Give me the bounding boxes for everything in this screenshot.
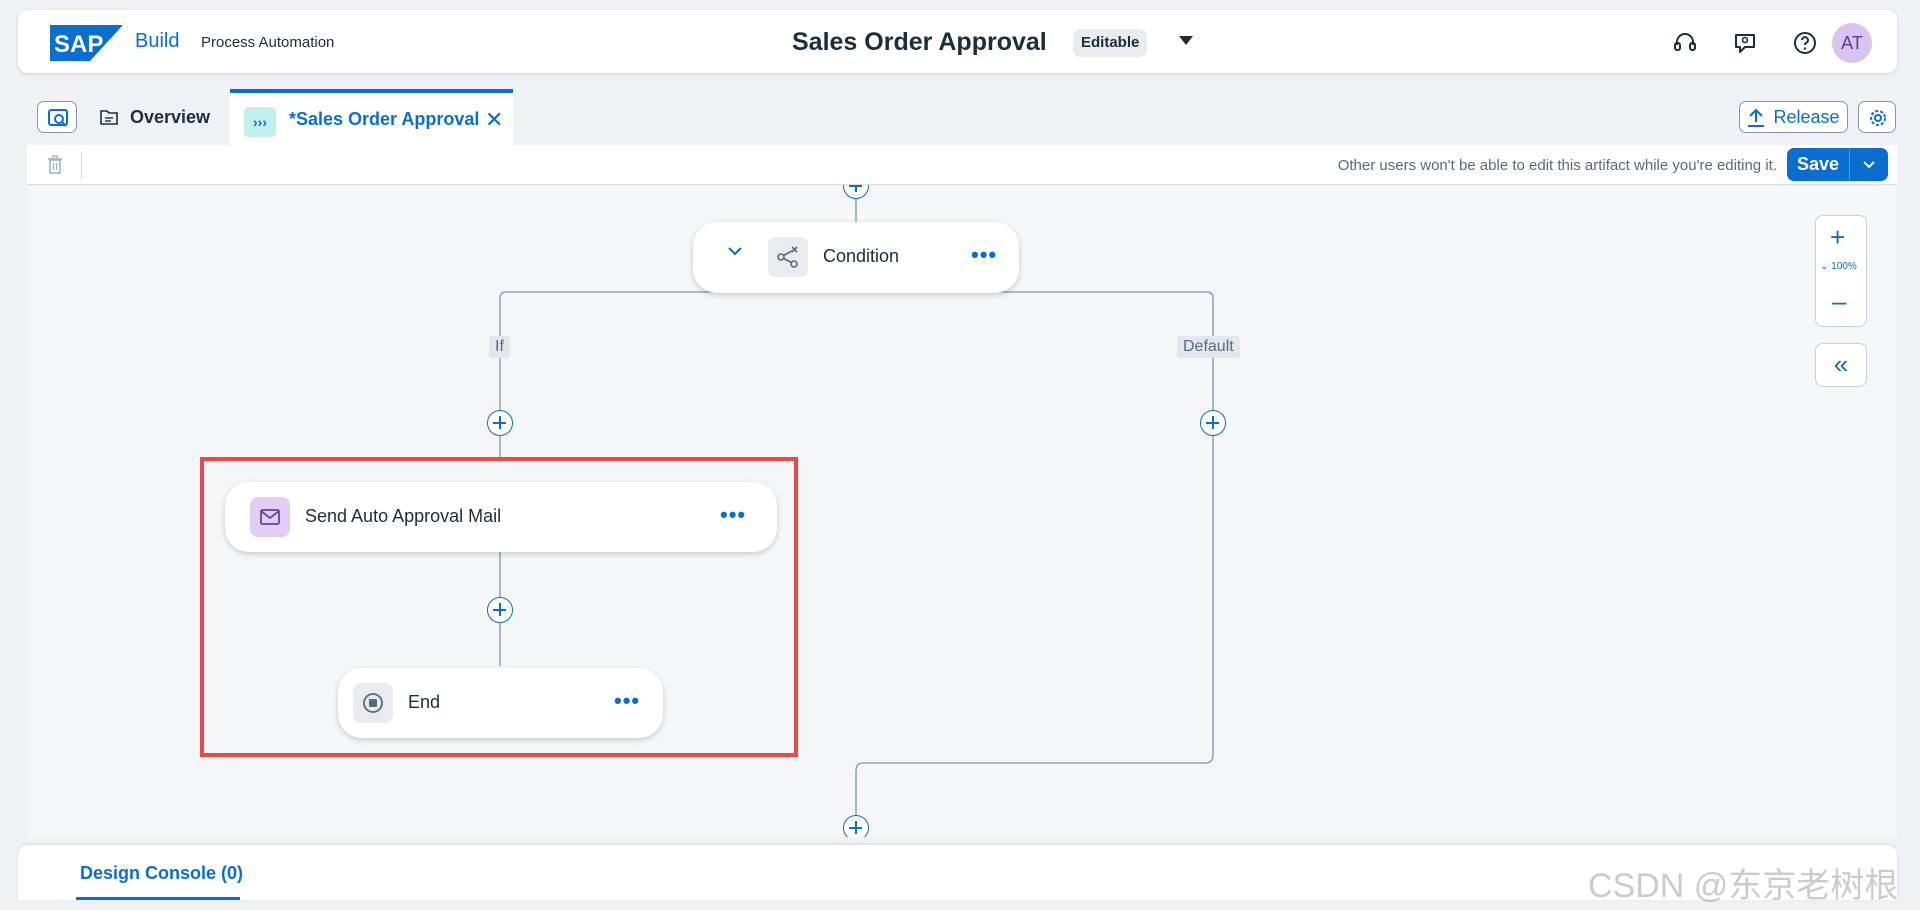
- toolbar-separator: [81, 151, 82, 179]
- mail-step-label: Send Auto Approval Mail: [305, 506, 502, 526]
- settings-button[interactable]: [1858, 101, 1896, 133]
- end-label: End: [408, 692, 441, 712]
- stop-icon: [363, 693, 383, 713]
- status-badge: Editable: [1073, 29, 1148, 57]
- condition-label: Condition: [823, 246, 900, 266]
- tab-active-label: *Sales Order Approval: [289, 109, 480, 129]
- release-label: Release: [1773, 106, 1840, 127]
- search-artifacts-button[interactable]: [37, 101, 77, 133]
- add-step-button[interactable]: [843, 815, 869, 837]
- user-avatar[interactable]: AT: [1832, 23, 1872, 63]
- branch-if-label: If: [489, 336, 510, 358]
- zoom-level-value: 100%: [1831, 261, 1857, 272]
- add-step-button[interactable]: [487, 597, 513, 623]
- end-icon-box: [353, 683, 393, 723]
- double-chevron-left-icon: «: [1833, 349, 1849, 379]
- gear-icon: [1870, 110, 1886, 126]
- chevron-down-icon[interactable]: [727, 246, 743, 258]
- process-icon: ›››: [244, 107, 276, 137]
- tab-sales-order-approval[interactable]: ››› *Sales Order Approval ✕: [230, 89, 513, 145]
- more-options-icon[interactable]: •••: [720, 502, 746, 528]
- save-button[interactable]: Save: [1787, 148, 1850, 181]
- brand-name: Build: [135, 30, 180, 52]
- search-icon: [48, 109, 68, 127]
- tab-overview[interactable]: Overview: [100, 100, 210, 134]
- zoom-control: + ⌄ 100% –: [1815, 215, 1867, 327]
- branch-icon: [777, 246, 798, 268]
- save-options-button[interactable]: [1850, 148, 1888, 181]
- condition-icon-box: [768, 237, 808, 277]
- send-mail-node[interactable]: Send Auto Approval Mail •••: [225, 482, 777, 552]
- save-split-button[interactable]: Save: [1787, 148, 1888, 181]
- zoom-out-icon[interactable]: –: [1832, 286, 1846, 317]
- lock-info-text: Other users won't be able to edit this a…: [1337, 157, 1777, 174]
- zoom-level[interactable]: ⌄ 100%: [1820, 261, 1857, 272]
- sap-logo[interactable]: SAP: [50, 25, 123, 61]
- zoom-in-icon[interactable]: +: [1830, 222, 1845, 253]
- condition-node[interactable]: Condition •••: [693, 222, 1019, 293]
- upload-icon: [1748, 108, 1765, 127]
- tab-overview-label: Overview: [130, 106, 211, 127]
- release-button[interactable]: Release: [1739, 101, 1848, 133]
- watermark: CSDN @东京老树根: [1588, 867, 1899, 905]
- shell-bar: SAP Build Process Automation Sales Order…: [18, 10, 1897, 73]
- tab-design-console[interactable]: Design Console (0): [80, 863, 243, 884]
- add-step-button[interactable]: [1200, 410, 1226, 436]
- help-icon[interactable]: [1792, 30, 1818, 56]
- chevron-down-icon: [1863, 160, 1875, 168]
- more-options-icon[interactable]: •••: [614, 688, 640, 714]
- logo-text: SAP: [54, 31, 103, 58]
- mail-icon-box: [250, 497, 290, 537]
- process-canvas[interactable]: Condition ••• If Default Send Auto Appro…: [27, 185, 1897, 837]
- process-title: Sales Order Approval: [792, 28, 1047, 56]
- collapse-panel-button[interactable]: «: [1815, 343, 1867, 387]
- end-node[interactable]: End •••: [338, 668, 663, 738]
- editor-toolbar: Other users won't be able to edit this a…: [27, 145, 1897, 185]
- product-name: Process Automation: [201, 34, 335, 51]
- folder-icon: [100, 110, 118, 125]
- headset-icon[interactable]: [1672, 30, 1698, 56]
- trash-icon[interactable]: [47, 155, 63, 175]
- version-dropdown-icon[interactable]: [1179, 36, 1193, 45]
- more-options-icon[interactable]: •••: [971, 242, 997, 268]
- close-tab-icon[interactable]: ✕: [485, 109, 503, 131]
- active-tab-indicator: [76, 897, 240, 900]
- mail-icon: [260, 509, 280, 525]
- add-step-button[interactable]: [487, 410, 513, 436]
- branch-default-label: Default: [1177, 336, 1240, 358]
- feedback-icon[interactable]: [1732, 30, 1758, 56]
